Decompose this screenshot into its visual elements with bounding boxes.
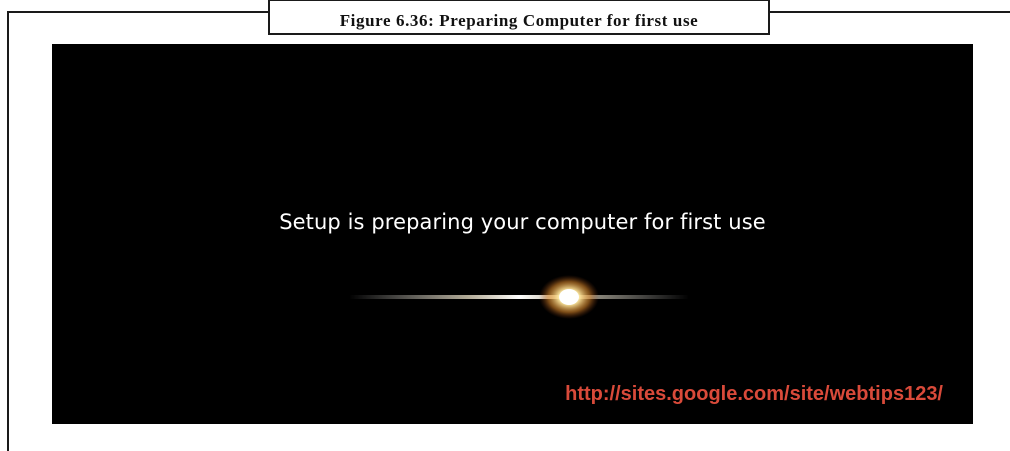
setup-status-message: Setup is preparing your computer for fir… bbox=[279, 210, 766, 234]
setup-screen: Setup is preparing your computer for fir… bbox=[52, 44, 973, 424]
figure-caption: Figure 6.36: Preparing Computer for firs… bbox=[268, 0, 770, 35]
watermark-url: http://sites.google.com/site/webtips123/ bbox=[565, 383, 943, 405]
light-flare-icon bbox=[349, 275, 689, 319]
